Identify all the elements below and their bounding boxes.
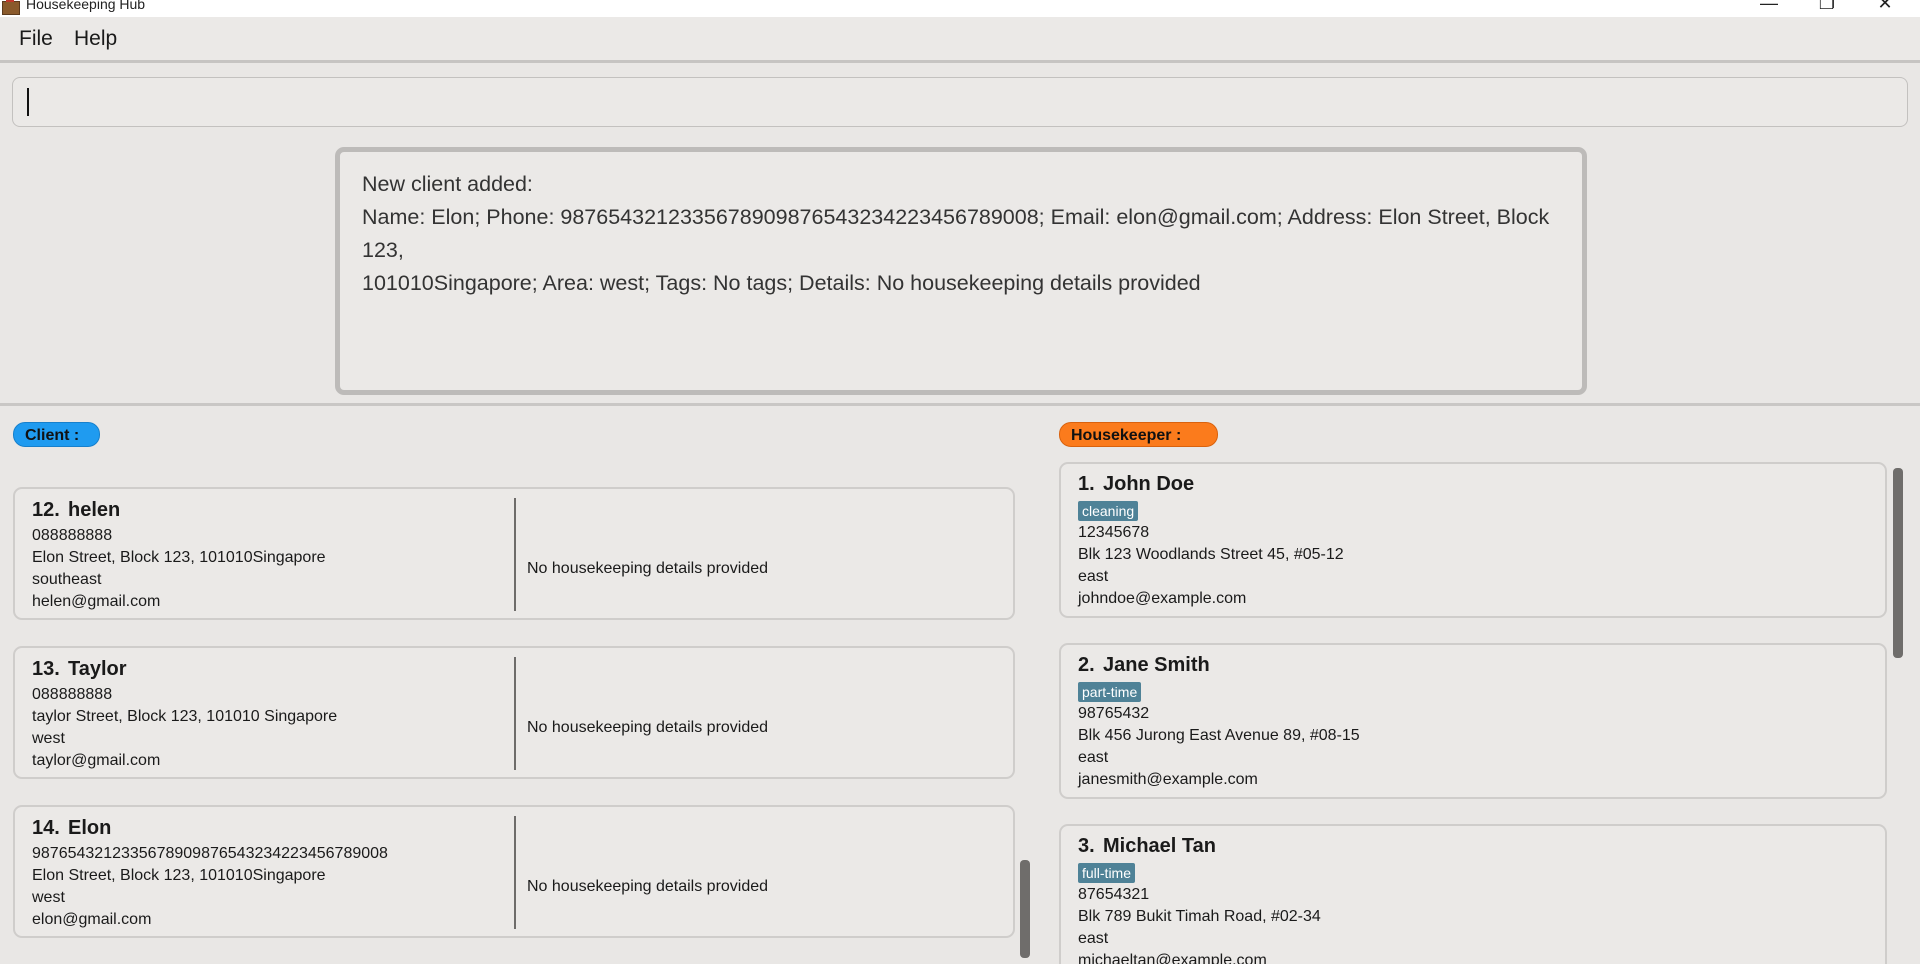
card-separator: [514, 816, 516, 929]
title-bar: Housekeeping Hub — ❐ ✕: [0, 0, 1920, 17]
client-name: helen: [68, 499, 121, 521]
client-phone: 088888888: [32, 527, 113, 544]
result-text: New client added: Name: Elon; Phone: 987…: [362, 172, 1550, 295]
housekeeper-index: 3.: [1078, 835, 1095, 857]
client-index: 14.: [32, 817, 60, 839]
client-area: west: [32, 889, 65, 906]
housekeeper-tag: part-time: [1078, 682, 1142, 702]
client-details: No housekeeping details provided: [527, 719, 769, 736]
housekeeper-index: 1.: [1078, 473, 1095, 495]
result-display: New client added: Name: Elon; Phone: 987…: [335, 147, 1587, 395]
client-panel-label: Client :: [13, 422, 100, 447]
client-email: taylor@gmail.com: [32, 752, 161, 769]
housekeeper-address: Blk 789 Bukit Timah Road, #02-34: [1078, 908, 1321, 925]
client-phone: 088888888: [32, 686, 113, 703]
client-email: elon@gmail.com: [32, 911, 152, 928]
client-index: 12.: [32, 499, 60, 521]
client-address: taylor Street, Block 123, 101010 Singapo…: [32, 708, 338, 725]
client-name: Taylor: [68, 658, 127, 680]
menu-help[interactable]: Help: [74, 27, 117, 51]
text-caret: [27, 88, 29, 116]
housekeeper-card[interactable]: 1. John Doe cleaning 12345678 Blk 123 Wo…: [1059, 462, 1887, 618]
housekeeper-phone: 12345678: [1078, 524, 1150, 541]
client-card[interactable]: 14. Elon 9876543212335678909876543234223…: [13, 805, 1015, 938]
housekeeper-name: John Doe: [1103, 473, 1195, 495]
housekeeper-panel-label: Housekeeper :: [1059, 422, 1218, 447]
minimize-icon[interactable]: —: [1746, 0, 1792, 14]
bottom-edge: [0, 964, 1920, 975]
window-title: Housekeeping Hub: [26, 0, 146, 12]
client-phone: 987654321233567890987654323422345678900​…: [32, 845, 388, 862]
app-house-icon: [2, 0, 20, 15]
card-separator: [514, 657, 516, 770]
housekeeper-card[interactable]: 2. Jane Smith part-time 98765432 Blk 456…: [1059, 643, 1887, 799]
client-email: helen@gmail.com: [32, 593, 161, 610]
housekeeper-area: east: [1078, 930, 1109, 947]
housekeeper-tag: full-time: [1078, 863, 1136, 883]
housekeeper-email: johndoe@example.com: [1078, 590, 1247, 607]
housekeeper-name: Michael Tan: [1103, 835, 1216, 857]
client-card[interactable]: 12. helen 088888888 Elon Street, Block 1…: [13, 487, 1015, 620]
client-address: Elon Street, Block 123, 101010Singapore: [32, 867, 326, 884]
housekeeper-index: 2.: [1078, 654, 1095, 676]
card-separator: [514, 498, 516, 611]
housekeeper-list-scrollbar[interactable]: [1893, 468, 1903, 658]
housekeeper-email: michaeltan@example.com: [1078, 952, 1267, 964]
client-area: southeast: [32, 571, 102, 588]
housekeeper-phone: 98765432: [1078, 705, 1150, 722]
housekeeper-name: Jane Smith: [1103, 654, 1210, 676]
client-name: Elon: [68, 817, 112, 839]
client-card[interactable]: 13. Taylor 088888888 taylor Street, Bloc…: [13, 646, 1015, 779]
housekeeper-tag: cleaning: [1078, 501, 1139, 521]
client-index: 13.: [32, 658, 60, 680]
housekeeper-email: janesmith@example.com: [1078, 771, 1258, 788]
client-area: west: [32, 730, 65, 747]
client-details: No housekeeping details provided: [527, 878, 769, 895]
client-details: No housekeeping details provided: [527, 560, 769, 577]
command-input[interactable]: [12, 77, 1908, 127]
housekeeper-address: Blk 456 Jurong East Avenue 89, #08-15: [1078, 727, 1360, 744]
housekeeper-area: east: [1078, 749, 1109, 766]
housekeeper-area: east: [1078, 568, 1109, 585]
menu-bar: File Help: [0, 17, 1920, 63]
panel-divider: [0, 403, 1920, 406]
client-list-scrollbar[interactable]: [1020, 860, 1030, 958]
restore-icon[interactable]: ❐: [1804, 0, 1850, 14]
housekeeper-phone: 87654321: [1078, 886, 1150, 903]
close-icon[interactable]: ✕: [1862, 0, 1908, 14]
housekeeper-address: Blk 123 Woodlands Street 45, #05-12: [1078, 546, 1344, 563]
menu-file[interactable]: File: [19, 27, 53, 51]
housekeeper-card[interactable]: 3. Michael Tan full-time 87654321 Blk 78…: [1059, 824, 1887, 964]
client-address: Elon Street, Block 123, 101010Singapore: [32, 549, 326, 566]
